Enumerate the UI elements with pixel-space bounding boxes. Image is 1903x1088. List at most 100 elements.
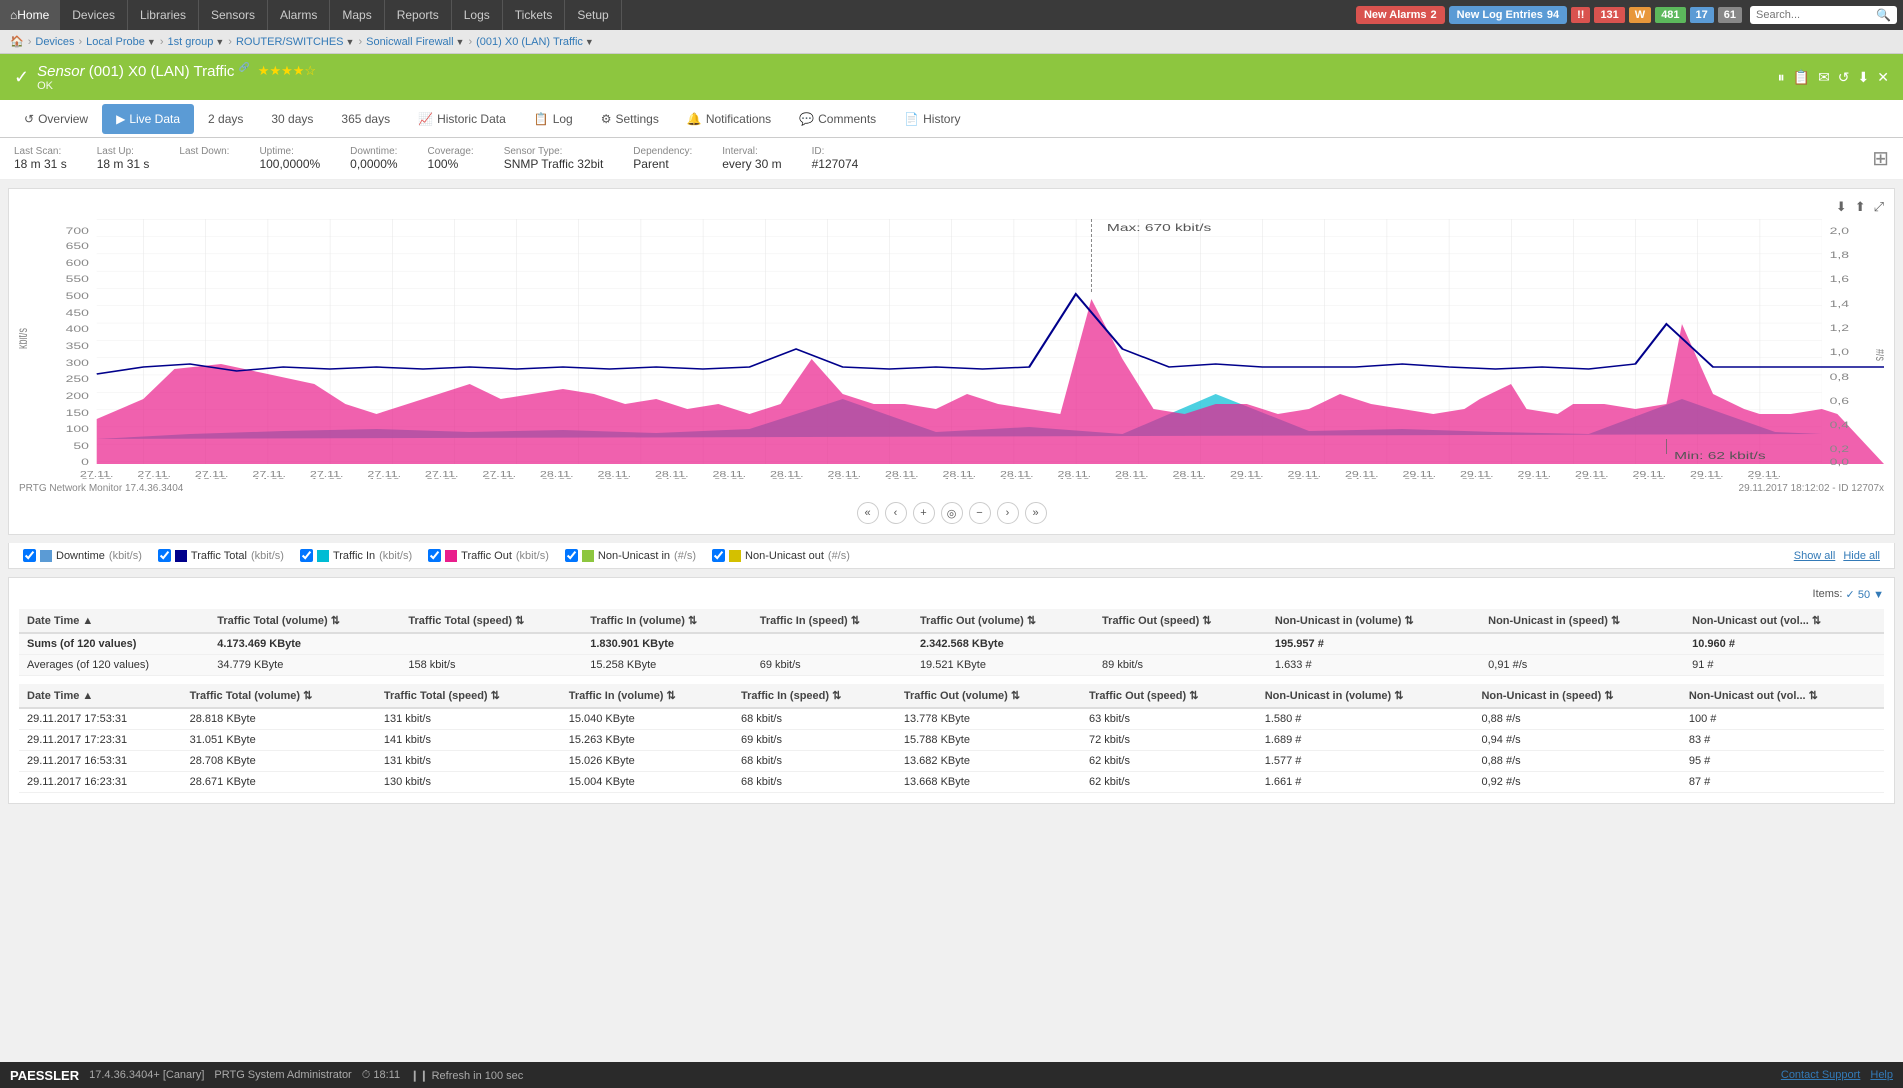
tab-live-data[interactable]: ▶ Live Data xyxy=(102,104,194,134)
nav-setup[interactable]: Setup xyxy=(565,0,621,30)
col-traffic-total-vol[interactable]: Traffic Total (volume) ⇅ xyxy=(209,609,400,633)
col-non-unicast-out-vol[interactable]: Non-Unicast out (vol... ⇅ xyxy=(1684,609,1884,633)
bc-1st-group[interactable]: 1st group ▼ xyxy=(167,36,224,48)
email-icon[interactable]: ✉ xyxy=(1818,69,1830,86)
badge-61[interactable]: 61 xyxy=(1718,7,1742,23)
contact-support-link[interactable]: Contact Support xyxy=(1781,1069,1861,1081)
refresh-icon[interactable]: ↺ xyxy=(1838,69,1850,86)
svg-text:1,4: 1,4 xyxy=(1830,299,1850,309)
col-traffic-in-vol[interactable]: Traffic In (volume) ⇅ xyxy=(582,609,751,633)
col-non-unicast-in-spd[interactable]: Non-Unicast in (speed) ⇅ xyxy=(1480,609,1684,633)
tab-historic[interactable]: 📈 Historic Data xyxy=(404,104,520,134)
badge-131[interactable]: 131 xyxy=(1594,7,1624,23)
chart-zoom-out-btn[interactable]: − xyxy=(969,502,991,524)
legend-traffic-total-check[interactable] xyxy=(158,549,171,562)
legend-traffic-out-check[interactable] xyxy=(428,549,441,562)
tab-settings[interactable]: ⚙ Settings xyxy=(587,104,673,134)
exclaim-badge[interactable]: !! xyxy=(1571,7,1590,23)
data-col-datetime[interactable]: Date Time ▲ xyxy=(19,684,182,708)
pause-icon[interactable]: ⏸ xyxy=(1778,69,1785,86)
show-all-link[interactable]: Show all xyxy=(1794,550,1836,562)
data-col-in-vol[interactable]: Traffic In (volume) ⇅ xyxy=(561,684,733,708)
tab-notifications[interactable]: 🔔 Notifications xyxy=(673,104,785,134)
close-header-icon[interactable]: ✕ xyxy=(1877,69,1889,86)
download-chart-icon[interactable]: ⬇ xyxy=(1836,199,1847,215)
col-datetime[interactable]: Date Time ▲ xyxy=(19,609,209,633)
svg-text:12:00: 12:00 xyxy=(886,478,917,479)
search-icon: 🔍 xyxy=(1876,8,1891,22)
new-log-button[interactable]: New Log Entries 94 xyxy=(1449,6,1567,24)
badge-481[interactable]: 481 xyxy=(1655,7,1685,23)
nav-reports[interactable]: Reports xyxy=(385,0,452,30)
bc-router-switches[interactable]: ROUTER/SWITCHES ▼ xyxy=(236,36,354,48)
chart-footer: PRTG Network Monitor 17.4.36.3404 29.11.… xyxy=(19,483,1884,494)
exclaim-icon: !! xyxy=(1577,9,1584,21)
tab-log[interactable]: 📋 Log xyxy=(520,104,587,134)
upload-chart-icon[interactable]: ⬆ xyxy=(1855,199,1866,215)
badge-w[interactable]: W xyxy=(1629,7,1651,23)
bc-devices[interactable]: Devices xyxy=(35,36,74,48)
hide-all-link[interactable]: Hide all xyxy=(1843,550,1880,562)
items-dropdown[interactable]: ✓ 50 ▼ xyxy=(1846,588,1884,601)
col-traffic-out-vol[interactable]: Traffic Out (volume) ⇅ xyxy=(912,609,1094,633)
data-col-nu-in-spd[interactable]: Non-Unicast in (speed) ⇅ xyxy=(1473,684,1680,708)
data-col-total-vol[interactable]: Traffic Total (volume) ⇅ xyxy=(182,684,376,708)
chart-last-btn[interactable]: » xyxy=(1025,502,1047,524)
bc-sensor[interactable]: (001) X0 (LAN) Traffic ▼ xyxy=(476,36,594,48)
nav-home[interactable]: ⌂ Home xyxy=(0,0,60,30)
legend-non-unicast-in-check[interactable] xyxy=(565,549,578,562)
sensor-name: Sensor (001) X0 (LAN) Traffic 🔗 xyxy=(37,62,250,80)
tab-comments[interactable]: 💬 Comments xyxy=(785,104,890,134)
data-col-in-spd[interactable]: Traffic In (speed) ⇅ xyxy=(733,684,896,708)
data-col-nu-in-vol[interactable]: Non-Unicast in (volume) ⇅ xyxy=(1257,684,1474,708)
data-col-nu-out-vol[interactable]: Non-Unicast out (vol... ⇅ xyxy=(1681,684,1884,708)
bc-sonicwall[interactable]: Sonicwall Firewall ▼ xyxy=(366,36,464,48)
chart-next-btn[interactable]: › xyxy=(997,502,1019,524)
data-col-total-spd[interactable]: Traffic Total (speed) ⇅ xyxy=(376,684,561,708)
col-traffic-total-spd[interactable]: Traffic Total (speed) ⇅ xyxy=(400,609,582,633)
search-input[interactable] xyxy=(1756,9,1876,21)
new-alarms-button[interactable]: New Alarms 2 xyxy=(1356,6,1445,24)
svg-text:00:00: 00:00 xyxy=(1231,478,1262,479)
download-icon[interactable]: ⬇ xyxy=(1858,69,1870,86)
nav-maps[interactable]: Maps xyxy=(330,0,384,30)
tab-history-label: History xyxy=(923,112,960,126)
bc-home-icon[interactable]: 🏠 xyxy=(10,35,24,48)
tab-30-days[interactable]: 30 days xyxy=(257,104,327,134)
expand-chart-icon[interactable]: ⤢ xyxy=(1874,199,1884,215)
legend-traffic-in-check[interactable] xyxy=(300,549,313,562)
data-col-out-spd[interactable]: Traffic Out (speed) ⇅ xyxy=(1081,684,1257,708)
help-link[interactable]: Help xyxy=(1870,1069,1893,1081)
nav-devices[interactable]: Devices xyxy=(60,0,128,30)
tab-history[interactable]: 📄 History xyxy=(890,104,974,134)
tab-overview[interactable]: ↺ Overview xyxy=(10,104,102,134)
legend-downtime-check[interactable] xyxy=(23,549,36,562)
svg-text:08:00: 08:00 xyxy=(1461,478,1492,479)
clipboard-icon[interactable]: 📋 xyxy=(1793,69,1810,86)
qr-button[interactable]: ⊞ xyxy=(1872,146,1889,171)
nav-alarms[interactable]: Alarms xyxy=(268,0,330,30)
col-traffic-in-spd[interactable]: Traffic In (speed) ⇅ xyxy=(752,609,912,633)
tab-365-days[interactable]: 365 days xyxy=(327,104,404,134)
tab-2-days[interactable]: 2 days xyxy=(194,104,257,134)
nav-tickets[interactable]: Tickets xyxy=(503,0,566,30)
col-non-unicast-in-vol[interactable]: Non-Unicast in (volume) ⇅ xyxy=(1267,609,1480,633)
table-row: 29.11.2017 16:53:3128.708 KByte131 kbit/… xyxy=(19,751,1884,772)
col-traffic-out-spd[interactable]: Traffic Out (speed) ⇅ xyxy=(1094,609,1267,633)
search-box[interactable]: 🔍 xyxy=(1750,6,1897,24)
info-last-scan: Last Scan: 18 m 31 s xyxy=(14,146,67,171)
tab-historic-label: Historic Data xyxy=(437,112,506,126)
data-col-out-vol[interactable]: Traffic Out (volume) ⇅ xyxy=(896,684,1081,708)
chart-first-btn[interactable]: « xyxy=(857,502,879,524)
nav-logs[interactable]: Logs xyxy=(452,0,503,30)
nav-sensors[interactable]: Sensors xyxy=(199,0,268,30)
chart-zoom-in-btn[interactable]: + xyxy=(913,502,935,524)
chart-container: Max: 670 kbit/s Min: 62 kbit/s 700 650 6… xyxy=(19,219,1884,479)
nav-libraries[interactable]: Libraries xyxy=(128,0,199,30)
chart-prev-btn[interactable]: ‹ xyxy=(885,502,907,524)
chart-center-btn[interactable]: ◎ xyxy=(941,502,963,524)
legend-traffic-out-color xyxy=(445,550,457,562)
bc-local-probe[interactable]: Local Probe ▼ xyxy=(86,36,156,48)
legend-non-unicast-out-check[interactable] xyxy=(712,549,725,562)
badge-17[interactable]: 17 xyxy=(1690,7,1714,23)
